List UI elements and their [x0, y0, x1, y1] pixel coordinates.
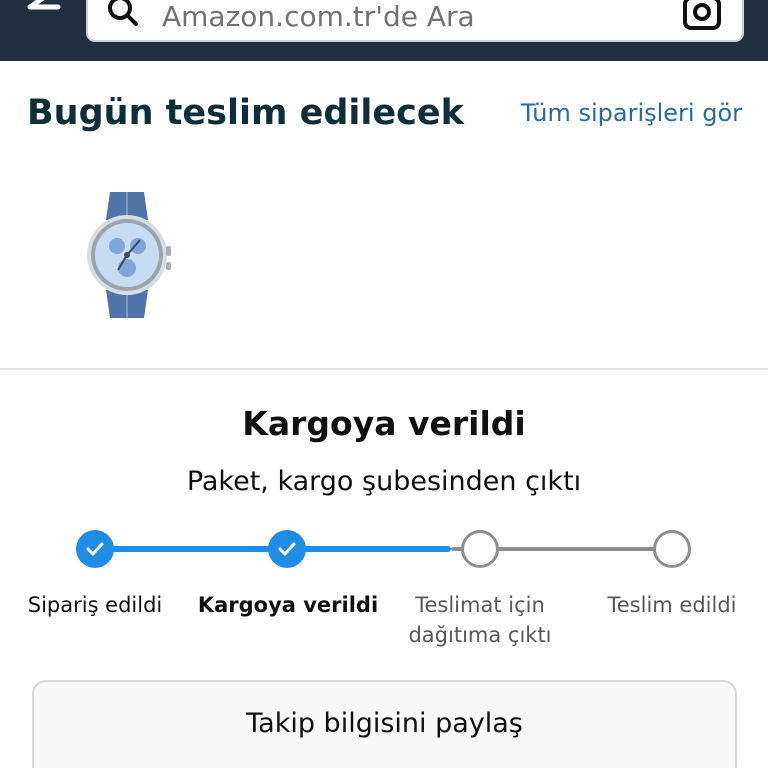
search-icon: [108, 0, 138, 26]
step-label-out-for-delivery-line2: dağıtıma çıktı: [408, 623, 552, 647]
step-label-out-for-delivery: Teslimat için dağıtıma çıktı: [385, 590, 575, 650]
delivery-progress-tracker: Sipariş edildi Kargoya verildi Teslimat …: [0, 520, 768, 660]
share-tracking-button[interactable]: Takip bilgisini paylaş: [32, 680, 737, 768]
step-delivered-circle-icon: [653, 530, 691, 568]
camera-search-icon[interactable]: [682, 0, 722, 32]
step-ordered-check-icon: [76, 530, 114, 568]
page-title: Bugün teslim edilecek: [27, 93, 464, 133]
step-label-out-for-delivery-line1: Teslimat için: [415, 593, 545, 617]
smartwatch-product-image[interactable]: [82, 190, 172, 320]
step-label-shipped: Kargoya verildi: [197, 593, 379, 617]
view-all-orders-link[interactable]: Tüm siparişleri gör: [521, 99, 742, 127]
back-arrow-icon[interactable]: [18, 0, 66, 22]
search-input[interactable]: Amazon.com.tr'de Ara: [162, 0, 475, 33]
step-label-delivered: Teslim edildi: [607, 593, 737, 617]
search-box[interactable]: Amazon.com.tr'de Ara: [86, 0, 744, 42]
step-out-for-delivery-circle-icon: [461, 530, 499, 568]
shipment-status-title: Kargoya verildi: [242, 404, 526, 443]
step-shipped-check-icon: [268, 530, 306, 568]
top-navigation-bar: Amazon.com.tr'de Ara: [0, 0, 768, 61]
shipment-status-detail: Paket, kargo şubesinden çıktı: [186, 466, 582, 497]
section-divider: [0, 368, 768, 370]
step-label-ordered: Sipariş edildi: [27, 593, 163, 617]
